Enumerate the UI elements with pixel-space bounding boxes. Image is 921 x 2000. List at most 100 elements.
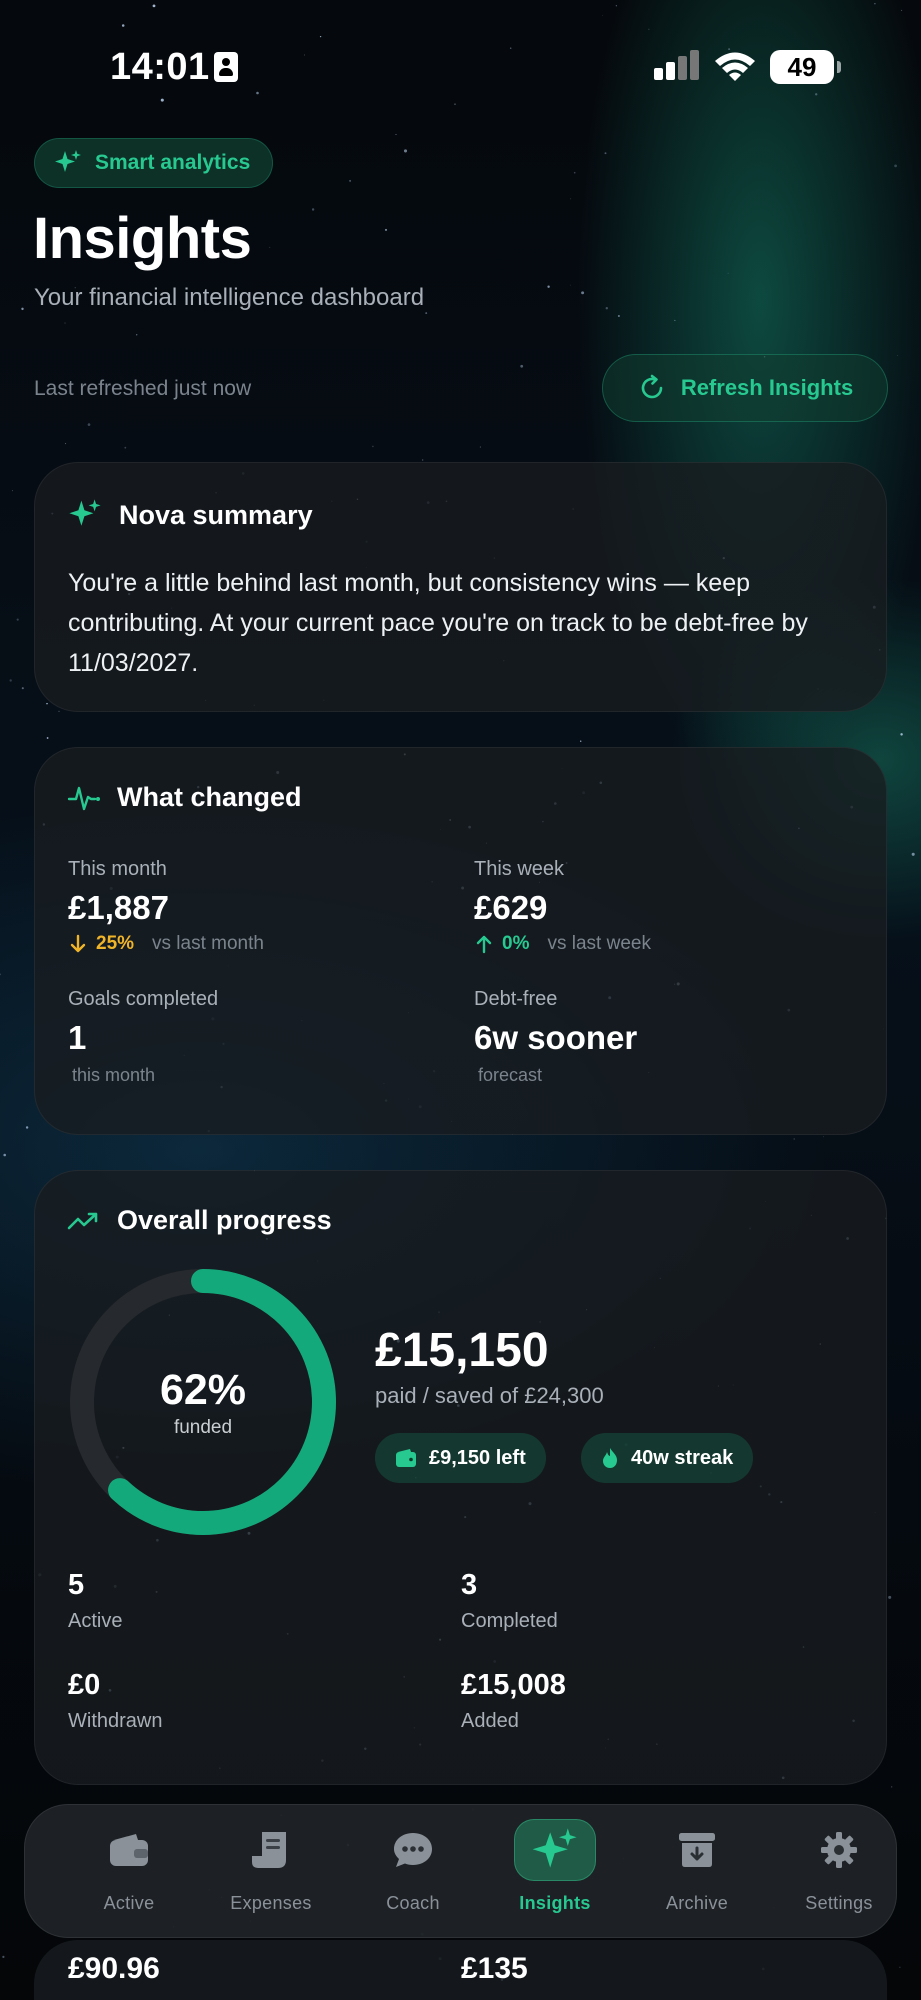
status-bar: 14:01 49 bbox=[0, 0, 921, 130]
tab-archive[interactable]: Archive bbox=[635, 1819, 759, 1929]
person-icon bbox=[214, 52, 238, 82]
metric-sub: forecast bbox=[478, 1065, 543, 1085]
tab-insights[interactable]: Insights bbox=[493, 1819, 617, 1929]
arrow-down-icon bbox=[70, 934, 86, 953]
progress-funded-label: funded bbox=[173, 1416, 233, 1438]
star bbox=[395, 133, 397, 135]
star bbox=[580, 740, 582, 742]
tab-label: Archive bbox=[665, 1893, 729, 1913]
peek-value-left: £90.96 bbox=[68, 1952, 160, 1985]
metric-value: 1 bbox=[68, 1019, 87, 1056]
progress-percent: 62% bbox=[159, 1365, 247, 1414]
overall-progress-card: Overall progress 62% funded £15,150 paid… bbox=[34, 1170, 887, 1785]
archive-icon bbox=[656, 1819, 738, 1881]
tab-label: Settings bbox=[805, 1893, 873, 1913]
star bbox=[46, 737, 49, 739]
what-changed-title: What changed bbox=[117, 782, 302, 812]
tab-settings[interactable]: Settings bbox=[777, 1819, 901, 1929]
star bbox=[16, 618, 19, 621]
metric-this-month: This month £1,887 25% vs last month bbox=[68, 858, 264, 955]
metric-label: This month bbox=[68, 858, 167, 880]
nova-summary-card: Nova summary You're a little behind last… bbox=[34, 462, 887, 712]
metric-value: 6w sooner bbox=[474, 1019, 638, 1056]
sparkles-icon bbox=[69, 499, 101, 526]
streak-chip: 40w streak bbox=[581, 1433, 754, 1483]
star bbox=[64, 322, 66, 324]
wallet-icon bbox=[88, 1819, 170, 1881]
star bbox=[269, 246, 271, 248]
delta-comparison: vs last month bbox=[152, 933, 264, 954]
star bbox=[384, 228, 388, 231]
star bbox=[87, 423, 91, 426]
star bbox=[604, 152, 607, 155]
nova-summary-title: Nova summary bbox=[119, 499, 313, 530]
streak-label: 40w streak bbox=[631, 1446, 734, 1469]
star bbox=[888, 1595, 892, 1599]
stat-withdrawn: £0 Withdrawn bbox=[68, 1669, 162, 1733]
wallet-icon bbox=[396, 1449, 416, 1467]
stat-label: Added bbox=[461, 1710, 519, 1732]
stat-active: 5 Active bbox=[68, 1569, 122, 1633]
status-time: 14:01 bbox=[110, 46, 210, 88]
arrow-up-icon bbox=[476, 935, 492, 954]
star bbox=[58, 710, 60, 712]
star bbox=[793, 1138, 795, 1140]
star bbox=[9, 679, 12, 682]
star bbox=[900, 733, 903, 736]
star bbox=[581, 291, 585, 295]
star bbox=[425, 312, 428, 315]
metric-goals-completed: Goals completed 1 this month bbox=[68, 988, 218, 1086]
smart-analytics-badge: Smart analytics bbox=[34, 138, 274, 188]
sparkles-icon bbox=[514, 1819, 596, 1881]
star bbox=[124, 446, 127, 449]
star bbox=[403, 149, 408, 153]
nova-summary-text: You're a little behind last month, but c… bbox=[68, 569, 808, 677]
tab-expenses[interactable]: Expenses bbox=[209, 1819, 333, 1929]
star bbox=[570, 198, 572, 200]
metric-debt-free: Debt-free 6w sooner forecast bbox=[474, 988, 637, 1086]
star bbox=[422, 459, 424, 461]
overall-progress-title: Overall progress bbox=[117, 1205, 332, 1235]
star bbox=[617, 314, 620, 318]
metric-value: £1,887 bbox=[68, 889, 169, 926]
star bbox=[605, 307, 608, 310]
amount-left-label: £9,150 left bbox=[429, 1446, 526, 1469]
nova-summary-header: Nova summary bbox=[67, 497, 313, 533]
stat-value: 3 bbox=[461, 1569, 478, 1601]
stat-added: £15,008 Added bbox=[461, 1669, 566, 1733]
star bbox=[547, 285, 550, 288]
trend-up-icon bbox=[67, 1212, 98, 1229]
star bbox=[46, 702, 48, 705]
star bbox=[573, 171, 576, 174]
signal-icon bbox=[652, 50, 702, 84]
refresh-insights-button[interactable]: Refresh Insights bbox=[602, 354, 888, 422]
stat-value: £15,008 bbox=[461, 1669, 566, 1701]
metric-delta: 0% vs last week bbox=[474, 933, 651, 955]
tab-coach[interactable]: Coach bbox=[351, 1819, 475, 1929]
badge-label: Smart analytics bbox=[95, 151, 251, 174]
refresh-button-label: Refresh Insights bbox=[680, 375, 854, 400]
star bbox=[0, 973, 1, 976]
refresh-icon bbox=[641, 374, 663, 399]
star bbox=[65, 443, 67, 445]
wifi-icon bbox=[715, 52, 755, 81]
battery-indicator: 49 bbox=[770, 50, 841, 84]
star bbox=[897, 354, 899, 356]
star bbox=[21, 687, 24, 690]
star bbox=[727, 272, 729, 274]
star bbox=[311, 208, 315, 211]
star bbox=[2, 1955, 5, 1959]
delta-percent: 0% bbox=[502, 933, 530, 954]
star bbox=[372, 445, 374, 448]
chat-bubble-icon bbox=[372, 1819, 454, 1881]
peek-value-right: £135 bbox=[461, 1952, 528, 1985]
star bbox=[11, 490, 13, 492]
what-changed-header: What changed bbox=[67, 782, 302, 813]
stat-label: Active bbox=[68, 1610, 123, 1632]
last-refreshed-text: Last refreshed just now bbox=[34, 377, 252, 400]
stat-value: 5 bbox=[68, 1569, 85, 1601]
metric-label: Debt-free bbox=[474, 988, 558, 1010]
star bbox=[3, 1153, 6, 1157]
what-changed-card: What changed This month £1,887 25% vs la… bbox=[34, 747, 887, 1135]
tab-active[interactable]: Active bbox=[67, 1819, 191, 1929]
